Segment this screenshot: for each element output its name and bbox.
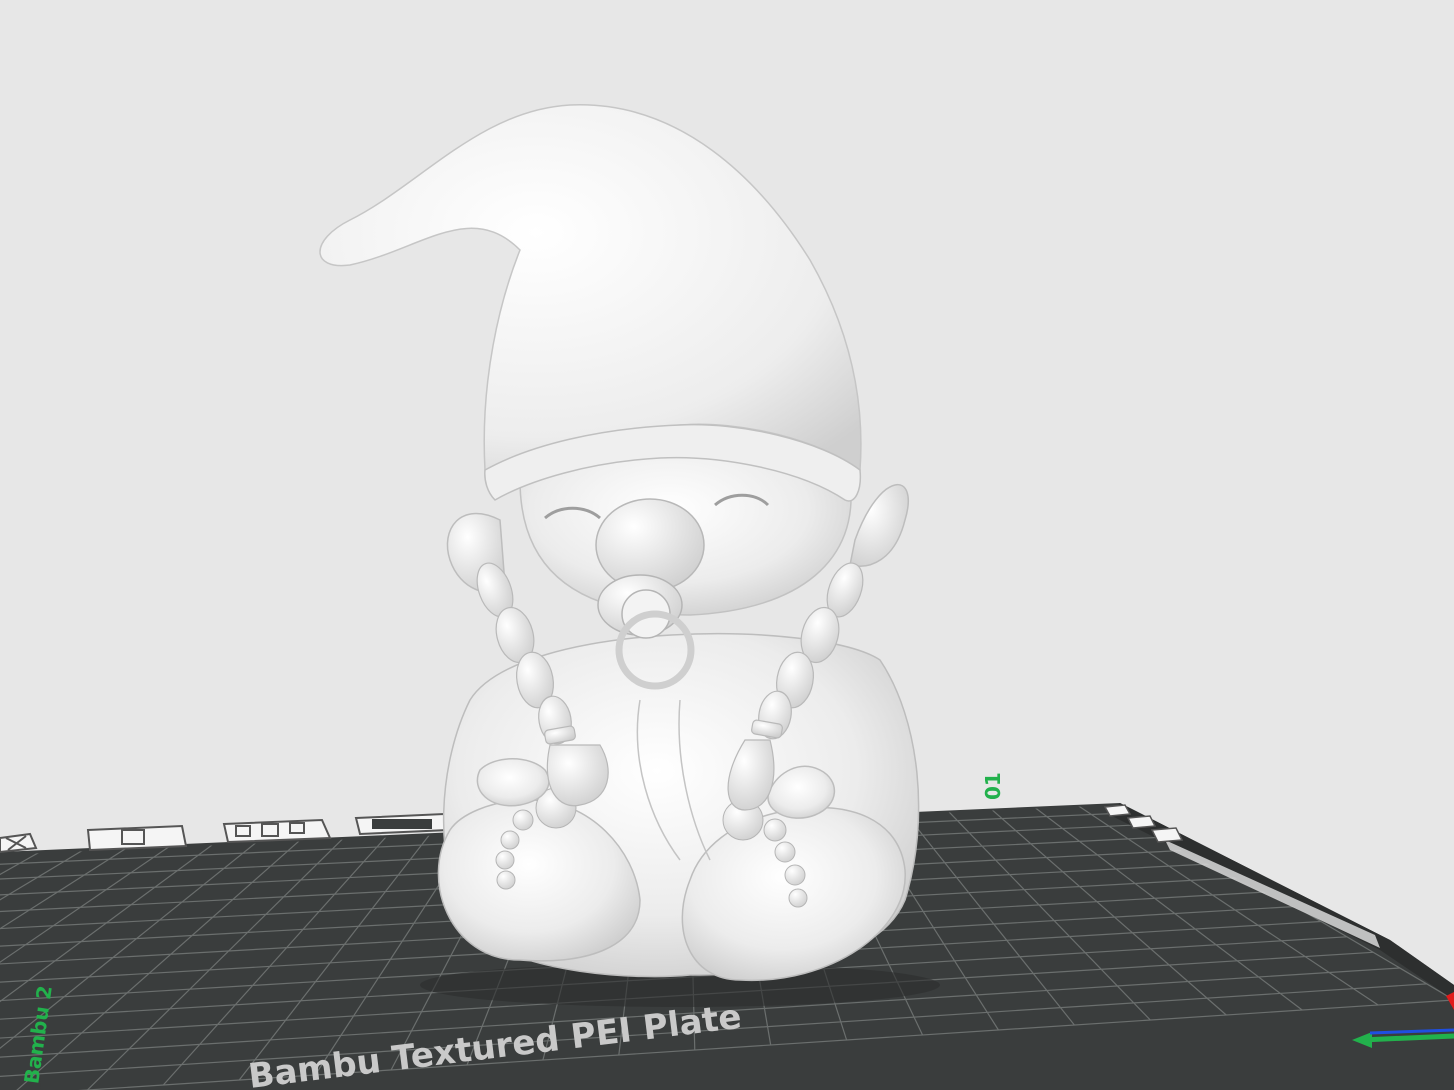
arrange-plate-icon[interactable] [222,818,332,844]
plate-index-label: 01 [981,772,1005,800]
scene-canvas[interactable]: Bambu Textured PEI Plate 01 Bambu 2 [0,0,1454,1090]
close-plate-icon[interactable] [0,832,38,854]
gnome-right-ear [849,483,910,567]
gnome-left-hand [476,758,550,807]
3d-viewport[interactable]: Bambu Textured PEI Plate 01 Bambu 2 [0,0,1454,1090]
gnome-hat [319,104,862,472]
lock-plate-icon[interactable] [86,824,188,852]
orient-plate-icon[interactable] [354,812,450,836]
